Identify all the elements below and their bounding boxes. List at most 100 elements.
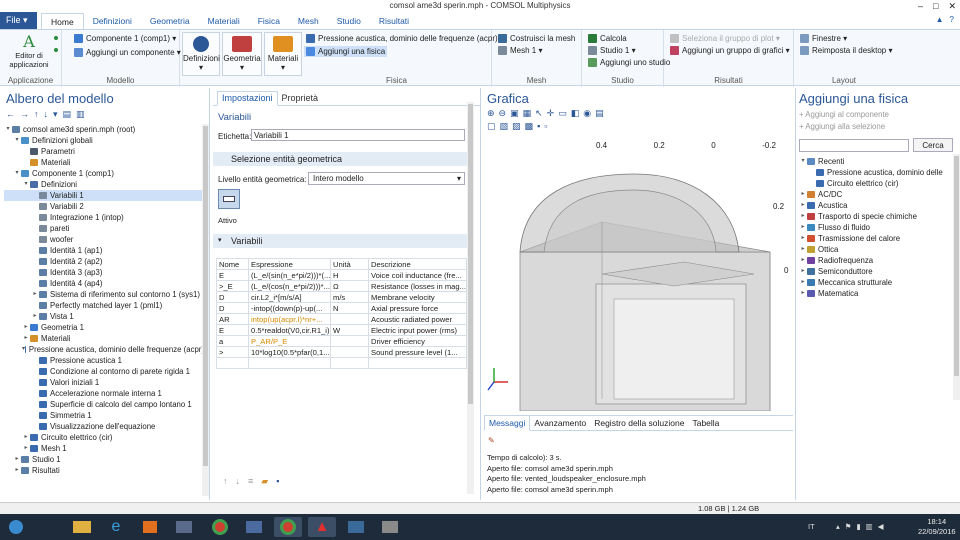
tab-fisica[interactable]: Fisica [249,13,289,29]
tree-node[interactable]: Perfectly matched layer 1 (pml1) [4,300,204,311]
tree-node[interactable]: ▾ comsol ame3d sperin.mph (root) [4,124,204,135]
expander-icon[interactable]: ▾ [13,168,21,179]
move-up-icon[interactable]: ↑ [223,476,228,487]
tree-node[interactable]: ▸ Vista 1 [4,311,204,322]
aggiungi-componente-button[interactable]: Aggiungi un componente ▾ [74,48,181,57]
wireframe-icon[interactable]: ▫ [544,121,547,132]
table-cell[interactable] [368,357,467,369]
tree-node[interactable]: Visualizzazione dell'equazione [4,421,204,432]
table-cell[interactable] [330,346,369,358]
zoom-extents-icon[interactable]: ▦ [523,108,532,119]
tree-node[interactable]: ▾ Definizioni [4,179,204,190]
flag-icon[interactable]: ⚑ [845,522,852,531]
expander-icon[interactable]: ▾ [799,156,807,167]
materiali-button[interactable]: Materiali ▾ [264,32,302,76]
expander-icon[interactable]: ▸ [799,266,807,277]
physics-search-input[interactable] [799,139,909,152]
tree-node[interactable]: Variabili 2 [4,201,204,212]
taskbar-app-c[interactable] [342,517,370,537]
taskbar-ie[interactable]: e [102,517,130,537]
tree-node[interactable]: Identità 2 (ap2) [4,256,204,267]
tree-node[interactable]: ▸ Studio 1 [4,454,204,465]
back-icon[interactable]: ← [6,109,15,120]
table-row[interactable]: E 0.5*realdot(V0,cir.R1_i) W Electric input… [216,324,467,336]
table-cell[interactable]: cir.L2_i*[m/s/A] [248,291,331,303]
table-cell[interactable] [330,335,369,347]
tab-risultati[interactable]: Risultati [370,13,418,29]
expander-icon[interactable]: ▸ [22,432,30,443]
expander-icon[interactable]: ▸ [799,288,807,299]
tree-node[interactable]: ▸ Geometria 1 [4,322,204,333]
select-domain-icon[interactable]: ▧ [500,121,509,132]
expander-icon[interactable]: ▸ [13,465,21,476]
expander-icon[interactable]: ▸ [799,244,807,255]
costruisci-mesh-button[interactable]: Costruisci la mesh [498,34,575,43]
column-header[interactable]: Nome [216,258,249,270]
tree-node[interactable]: Condizione al contorno di parete rigida … [4,366,204,377]
expander-icon[interactable]: ▸ [31,289,39,300]
test-icon[interactable] [54,48,58,52]
collapse-icon[interactable]: ▤ [63,109,72,120]
transparency-icon[interactable]: ◧ [571,108,580,119]
tray-arrow-icon[interactable]: ▴ [836,522,840,531]
show-icon[interactable]: ▾ [53,109,58,120]
tree-node[interactable]: Accelerazione normale interna 1 [4,388,204,399]
expander-icon[interactable]: ▸ [799,233,807,244]
physics-scrollbar[interactable] [953,154,960,400]
select-icon[interactable]: ↖ [535,108,543,119]
taskbar-comsol[interactable]: ▲ [308,517,336,537]
run-icon[interactable] [54,36,58,40]
tree-node[interactable]: Identità 4 (ap4) [4,278,204,289]
tree-node[interactable]: Identità 3 (ap3) [4,267,204,278]
table-cell[interactable]: E [216,269,249,281]
tree-node[interactable]: Superficie di calcolo del campo lontano … [4,399,204,410]
open-folder-icon[interactable]: ▰ [261,476,268,487]
save-icon[interactable]: ▪ [276,476,279,487]
table-row[interactable]: a P_AR/P_E Driver efficiency [216,335,467,347]
app-editor-button[interactable]: A Editor di applicazioni [6,32,52,69]
taskbar-media[interactable] [136,517,164,537]
tree-node[interactable]: ▸ Acustica [799,200,949,211]
tab-impostazioni[interactable]: Impostazioni [217,91,278,106]
table-cell[interactable] [216,357,249,369]
tree-node[interactable]: ▸ Semiconduttore [799,266,949,277]
expander-icon[interactable]: ▸ [22,322,30,333]
table-cell[interactable]: -intop((down(p)-up(... [248,302,331,314]
table-cell[interactable]: Driver efficiency [368,335,467,347]
aggiungi-studio-button[interactable]: Aggiungi uno studio [588,58,670,67]
table-cell[interactable]: Ω [330,280,369,292]
tree-node[interactable]: Pressione acustica 1 [4,355,204,366]
table-row[interactable]: AR intop(up(acpr.I)*nr+... Acoustic radiat… [216,313,467,325]
column-header[interactable]: Espressione [248,258,331,270]
taskbar-explorer[interactable] [68,517,96,537]
table-row[interactable]: Dcir.L2_i*[m/s/A] m/s Membrane velocity [216,291,467,303]
camera-icon[interactable]: ◉ [583,108,591,119]
taskbar-app-d[interactable] [376,517,404,537]
tree-node[interactable]: Simmetria 1 [4,410,204,421]
livello-select[interactable]: Intero modello ▾ [308,172,465,185]
tab-registro[interactable]: Registro della soluzione [590,416,688,430]
expander-icon[interactable]: ▸ [799,200,807,211]
move-up-icon[interactable]: ↑ [34,109,39,120]
tree-node[interactable]: pareti [4,223,204,234]
expander-icon[interactable]: ▸ [22,443,30,454]
finestre-dropdown[interactable]: Finestre ▾ [800,34,847,43]
add-to-selection-button[interactable]: + Aggiungi alla selezione [799,122,885,131]
tree-node[interactable]: ▸ AC/DC [799,189,949,200]
column-header[interactable]: Unità [330,258,369,270]
minimize-ribbon-icon[interactable]: ▲ [936,15,944,24]
table-cell[interactable]: H [330,269,369,281]
select-point-icon[interactable]: ▪ [537,121,540,132]
table-row[interactable]: E (L_e/(sin(n_e*pi/2)))*(... H Voice coil i… [216,269,467,281]
expander-icon[interactable]: ▸ [799,277,807,288]
tab-materiali[interactable]: Materiali [199,13,249,29]
taskbar-app-b[interactable] [240,517,268,537]
tree-node[interactable]: Valori iniziali 1 [4,377,204,388]
file-menu-button[interactable]: File ▾ [0,12,37,29]
table-cell[interactable]: W [330,324,369,336]
tab-home[interactable]: Home [41,13,84,29]
expander-icon[interactable]: ▸ [31,311,39,322]
table-cell[interactable]: AR [216,313,249,325]
studio1-dropdown[interactable]: Studio 1 ▾ [588,46,636,55]
tree-node[interactable]: ▸ Meccanica strutturale [799,277,949,288]
